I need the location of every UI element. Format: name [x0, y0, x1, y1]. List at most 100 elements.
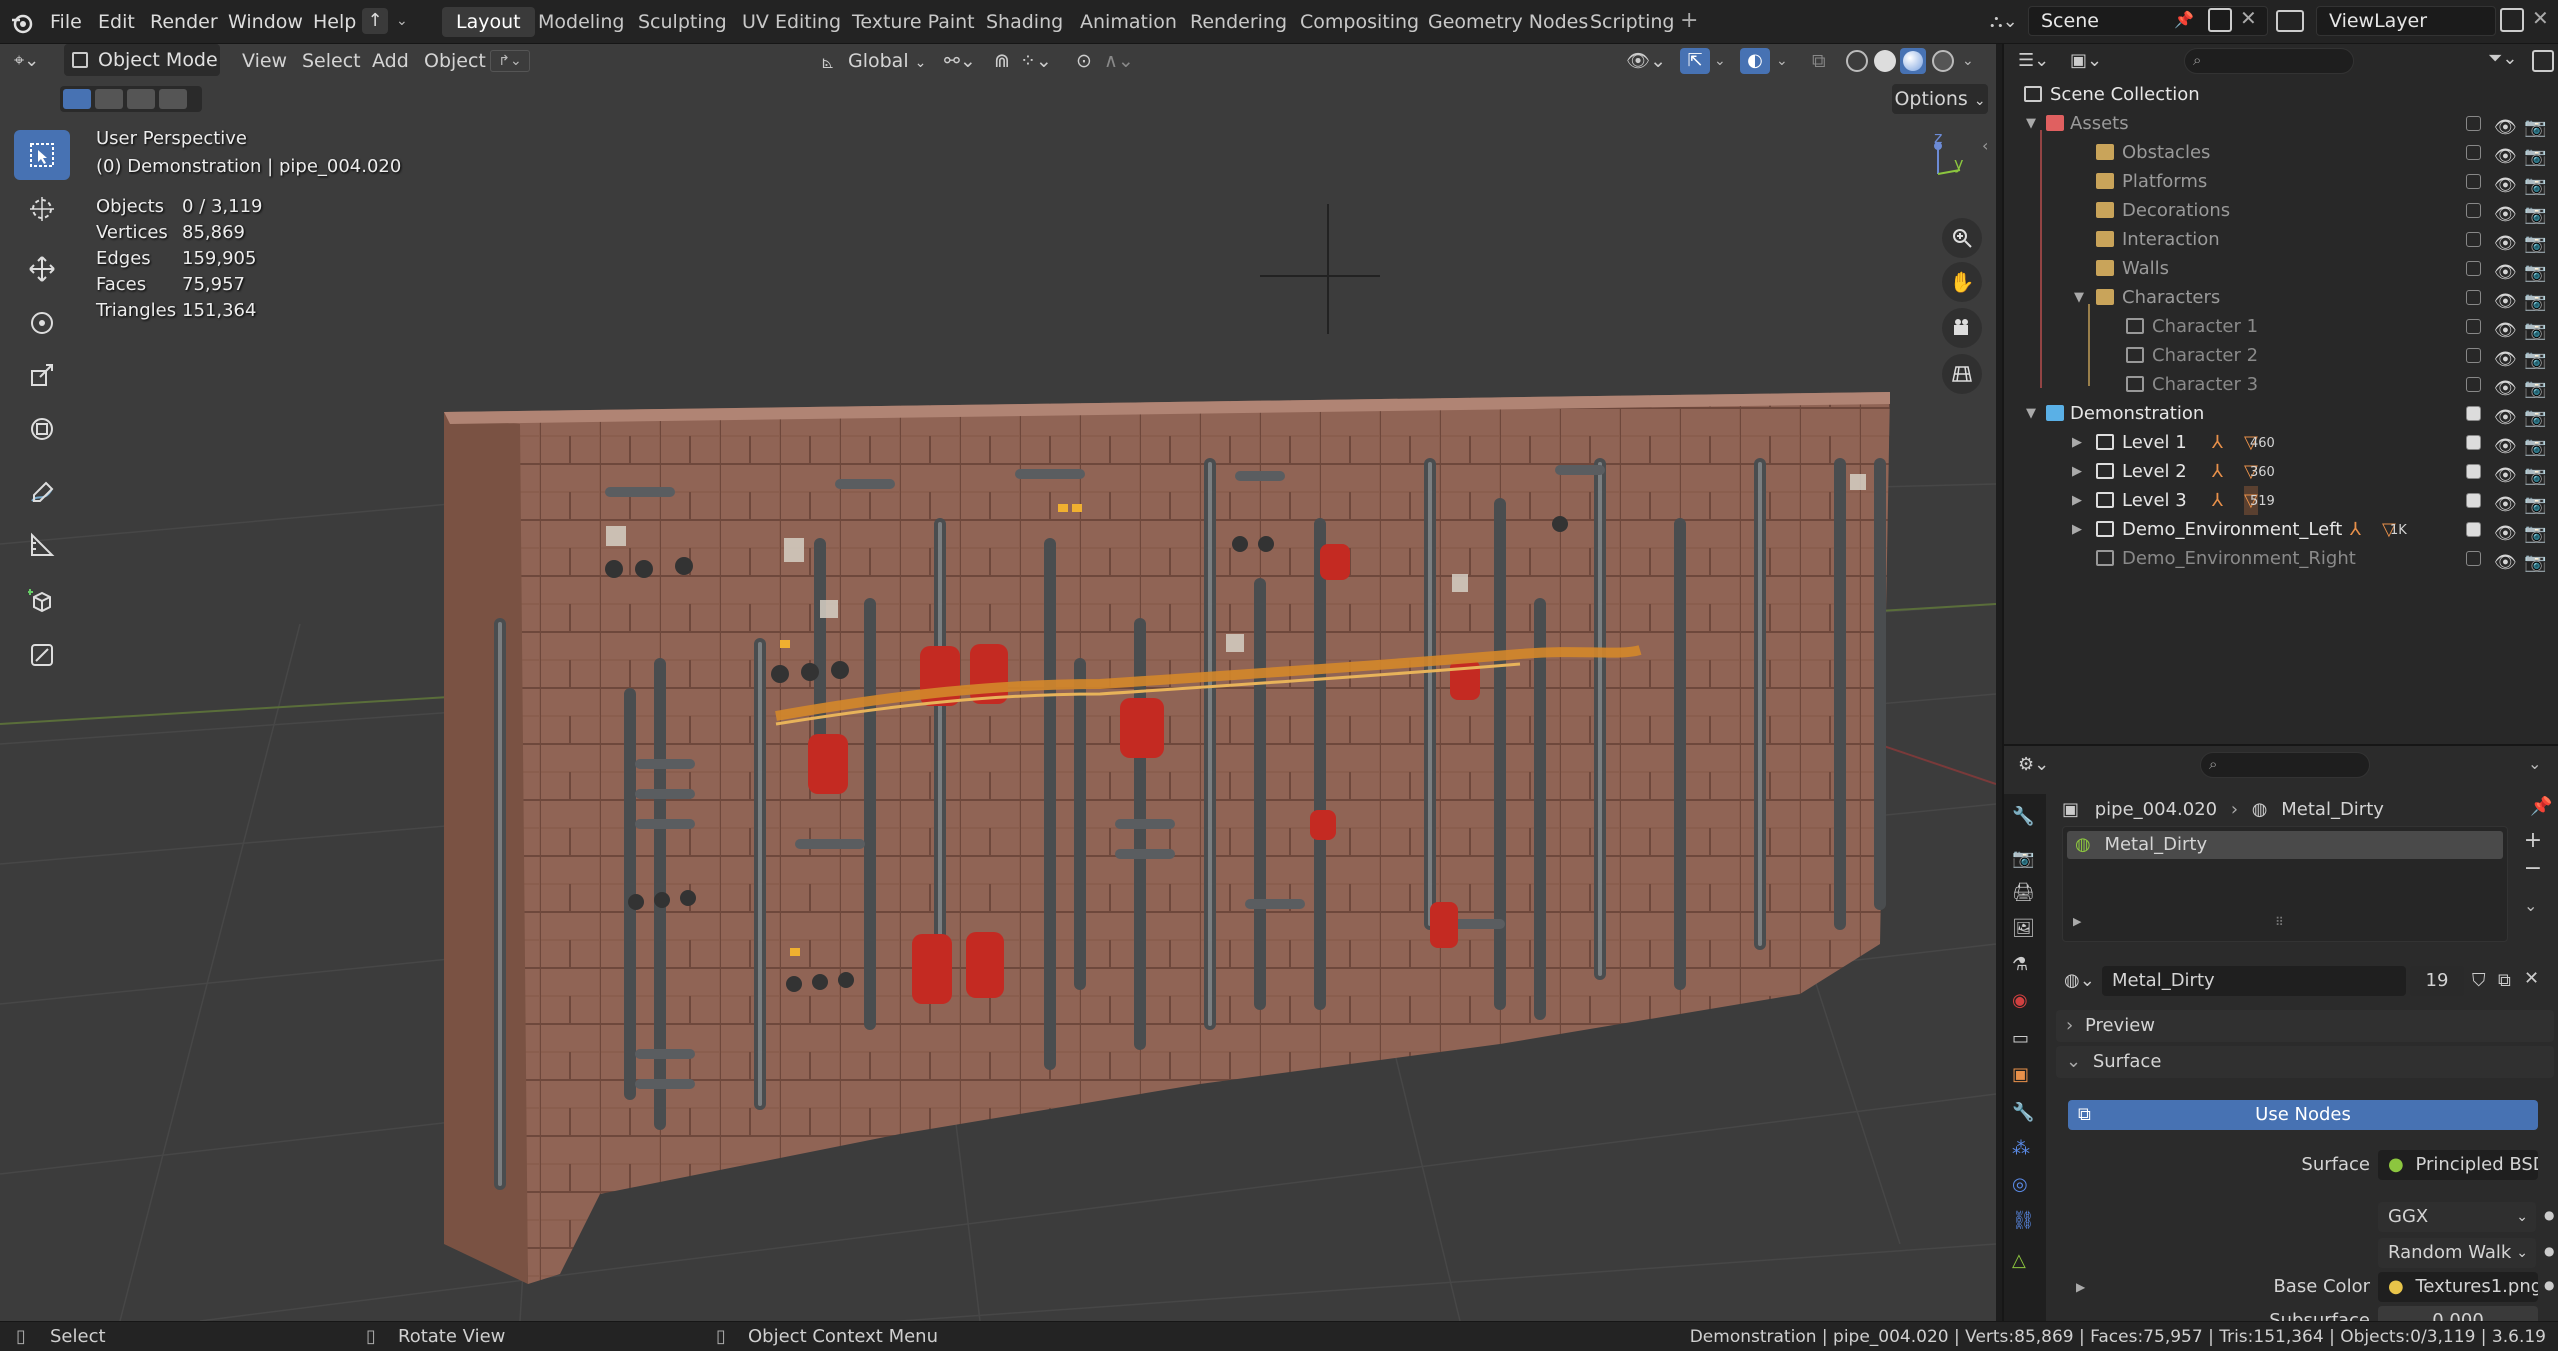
menu-view[interactable]: View: [242, 46, 287, 76]
editor-type-icon[interactable]: ⌖⌄: [14, 46, 54, 76]
eye-icon[interactable]: 👁: [2494, 142, 2517, 167]
display-mode-icon[interactable]: ▣⌄: [2070, 50, 2102, 71]
outliner-row-obstacles[interactable]: Obstacles 👁 📷: [2004, 138, 2558, 167]
scale-tool[interactable]: [14, 350, 70, 400]
use-nodes-button[interactable]: ⧉ Use Nodes: [2068, 1100, 2538, 1130]
tool-tab-icon[interactable]: 🔧: [2012, 806, 2040, 834]
eye-icon[interactable]: 👁: [2494, 403, 2517, 428]
blender-logo-icon[interactable]: [10, 11, 34, 35]
camera-icon[interactable]: 📷: [2524, 490, 2546, 515]
tab-geometry-nodes[interactable]: Geometry Nodes: [1414, 7, 1602, 37]
camera-icon[interactable]: 📷: [2524, 171, 2546, 196]
camera-icon[interactable]: 📷: [2524, 229, 2546, 254]
data-tab-icon[interactable]: △: [2012, 1250, 2040, 1278]
tab-layout[interactable]: Layout: [442, 7, 535, 37]
wireframe-shading-icon[interactable]: [1846, 50, 1868, 72]
exclude-checkbox[interactable]: [2466, 174, 2481, 189]
pin-icon[interactable]: 📌: [2530, 796, 2552, 817]
eye-icon[interactable]: 👁: [2494, 229, 2517, 254]
material-slot-list[interactable]: ◍ Metal_Dirty ▶ ⠿: [2062, 826, 2508, 942]
solid-shading-icon[interactable]: [1874, 50, 1896, 72]
menu-object[interactable]: Object: [424, 46, 486, 76]
scene-tab-icon[interactable]: ⚗: [2012, 954, 2040, 982]
output-tab-icon[interactable]: 🖨: [2012, 882, 2040, 910]
tab-texture-paint[interactable]: Texture Paint: [838, 7, 989, 37]
camera-icon[interactable]: 📷: [2524, 403, 2546, 428]
distribution-dropdown[interactable]: GGX ⌄: [2378, 1202, 2536, 1232]
outliner-row-walls[interactable]: Walls 👁 📷: [2004, 254, 2558, 283]
select-box-tool[interactable]: [14, 130, 70, 180]
menu-select[interactable]: Select: [302, 46, 361, 76]
expand-icon[interactable]: ▶: [2072, 428, 2082, 457]
preview-panel-header[interactable]: › Preview: [2056, 1010, 2554, 1042]
chevron-down-icon[interactable]: ⌄: [1714, 46, 1726, 76]
collapse-icon[interactable]: ▼: [2026, 109, 2036, 138]
view-layer-icon[interactable]: [2276, 10, 2304, 32]
camera-view-icon[interactable]: [1942, 308, 1982, 348]
snap-target-icon[interactable]: ⁘⌄: [1020, 46, 1052, 76]
chevron-down-icon[interactable]: ⌄: [2524, 896, 2537, 915]
outliner-search-input[interactable]: ⌕: [2184, 48, 2354, 74]
expand-icon[interactable]: ▶: [2076, 1280, 2085, 1294]
expand-icon[interactable]: ▶: [2072, 457, 2082, 486]
select-set-icon[interactable]: [63, 89, 91, 109]
eye-icon[interactable]: 👁: [2494, 200, 2517, 225]
resize-grip-icon[interactable]: ⠿: [2275, 915, 2284, 929]
exclude-checkbox[interactable]: [2466, 232, 2481, 247]
camera-icon[interactable]: 📷: [2524, 258, 2546, 283]
eye-icon[interactable]: 👁: [2494, 548, 2517, 573]
outliner-row-scene-collection[interactable]: Scene Collection: [2004, 80, 2558, 109]
object-tab-icon[interactable]: ▣: [2012, 1064, 2040, 1092]
exclude-checkbox[interactable]: [2466, 551, 2481, 566]
select-extend-icon[interactable]: [95, 89, 123, 109]
exclude-checkbox[interactable]: [2466, 377, 2481, 392]
material-name-field[interactable]: Metal_Dirty: [2102, 966, 2406, 996]
physics-tab-icon[interactable]: ◎: [2012, 1174, 2040, 1202]
menu-help[interactable]: Help: [313, 8, 356, 36]
exclude-checkbox[interactable]: [2466, 290, 2481, 305]
overlays-toggle-icon[interactable]: ◐: [1740, 48, 1770, 74]
eye-icon[interactable]: 👁: [2494, 258, 2517, 283]
falloff-icon[interactable]: ∧⌄: [1104, 46, 1134, 76]
exclude-checkbox[interactable]: [2466, 493, 2481, 508]
select-subtract-icon[interactable]: [127, 89, 155, 109]
zoom-icon[interactable]: [1942, 218, 1982, 258]
outliner-editor-icon[interactable]: ☰⌄: [2018, 50, 2049, 71]
render-tab-icon[interactable]: 📷: [2012, 848, 2040, 876]
eye-icon[interactable]: 👁: [2494, 461, 2517, 486]
eye-icon[interactable]: 👁: [2494, 374, 2517, 399]
tab-scripting[interactable]: Scripting: [1576, 7, 1689, 37]
gizmo-toggle-icon[interactable]: ⇱: [1680, 48, 1710, 74]
outliner-row-demo-environment-left[interactable]: ▶ Demo_Environment_Left ⅄ ▽ 1K 👁 📷: [2004, 515, 2558, 544]
scene-field[interactable]: Scene: [2028, 6, 2268, 36]
navigation-gizmo[interactable]: z y: [1910, 128, 1970, 194]
transform-affect-icon[interactable]: ↱⌄: [490, 50, 530, 72]
base-color-field[interactable]: ● Textures1.png: [2378, 1272, 2538, 1302]
keyframe-dot-icon[interactable]: ●: [2544, 1208, 2554, 1222]
proportional-edit-icon[interactable]: ⊙: [1076, 46, 1092, 76]
pin-icon[interactable]: 📌: [2174, 10, 2194, 29]
eye-icon[interactable]: 👁: [2494, 316, 2517, 341]
outliner-row-assets[interactable]: ▼ Assets 👁 📷: [2004, 109, 2558, 138]
rendered-shading-icon[interactable]: [1932, 50, 1954, 72]
camera-icon[interactable]: 📷: [2524, 316, 2546, 341]
tab-rendering[interactable]: Rendering: [1176, 7, 1301, 37]
view-layer-field[interactable]: ViewLayer: [2316, 6, 2496, 36]
visibility-icon[interactable]: 👁⌄: [1626, 46, 1666, 76]
expand-icon[interactable]: ▶: [2072, 515, 2082, 544]
camera-icon[interactable]: 📷: [2524, 200, 2546, 225]
options-dropdown[interactable]: Options ⌄: [1892, 84, 1988, 114]
collapse-icon[interactable]: ▼: [2074, 283, 2084, 312]
camera-icon[interactable]: 📷: [2524, 432, 2546, 457]
collection-tab-icon[interactable]: ▭: [2012, 1028, 2040, 1056]
material-slot-item[interactable]: ◍ Metal_Dirty: [2067, 831, 2503, 859]
eye-icon[interactable]: 👁: [2494, 432, 2517, 457]
camera-icon[interactable]: 📷: [2524, 113, 2546, 138]
keyframe-dot-icon[interactable]: ●: [2544, 1278, 2554, 1292]
exclude-checkbox[interactable]: [2466, 406, 2481, 421]
menu-edit[interactable]: Edit: [98, 8, 135, 36]
outliner-row-level-3[interactable]: ▶ Level 3 ⅄ ▽ 519 👁 📷: [2004, 486, 2558, 515]
material-preview-shading-icon[interactable]: [1900, 48, 1926, 74]
properties-search-input[interactable]: ⌕: [2200, 752, 2370, 778]
cursor-tool[interactable]: [14, 184, 70, 234]
